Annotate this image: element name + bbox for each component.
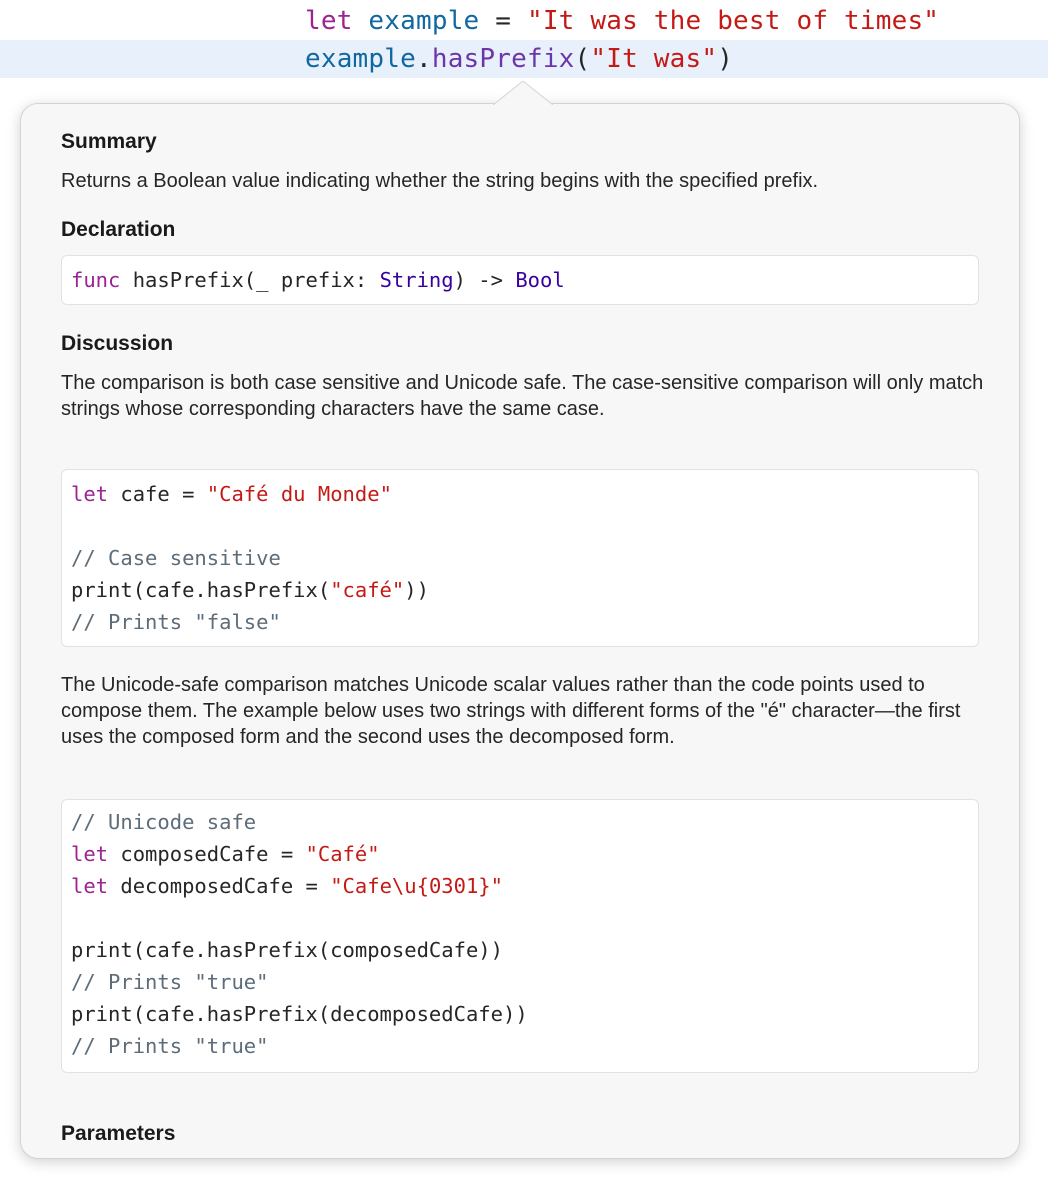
- func-keyword: func: [71, 268, 121, 292]
- discussion-heading: Discussion: [61, 332, 174, 355]
- summary-heading: Summary: [61, 130, 157, 153]
- quick-help-popover[interactable]: Summary Returns a Boolean value indicati…: [20, 81, 1020, 1159]
- discussion-text-2: The Unicode-safe comparison matches Unic…: [61, 674, 961, 748]
- code-text: decomposedCafe =: [108, 874, 331, 898]
- code-comment: // Unicode safe: [71, 810, 257, 834]
- code-example-1[interactable]: let cafe = "Café du Monde" // Case sensi…: [61, 469, 979, 647]
- open-paren: (: [574, 44, 591, 74]
- declaration-code[interactable]: func hasPrefix(_ prefix: String) -> Bool: [61, 255, 979, 305]
- code-text: composedCafe =: [108, 842, 306, 866]
- parameters-heading: Parameters: [61, 1122, 176, 1145]
- close-paren: ): [717, 44, 734, 74]
- keyword-let: let: [305, 6, 353, 36]
- argument-string: "It was": [590, 44, 718, 74]
- string-literal: "Café": [305, 842, 380, 866]
- code-comment: // Prints "true": [71, 1034, 269, 1058]
- editor-line-2-current[interactable]: example.hasPrefix("It was"): [0, 40, 1048, 78]
- string-literal: "Café du Monde": [206, 482, 392, 506]
- code-text: print(cafe.hasPrefix(: [71, 578, 331, 602]
- discussion-text-1: The comparison is both case sensitive an…: [61, 372, 984, 420]
- string-literal: "It was the best of times": [526, 6, 940, 36]
- editor-line-1[interactable]: let example = "It was the best of times": [0, 2, 1048, 40]
- source-editor[interactable]: let example = "It was the best of times"…: [0, 0, 1048, 80]
- return-type[interactable]: Bool: [515, 268, 564, 292]
- code-comment: // Prints "false": [71, 610, 281, 634]
- code-text: print(cafe.hasPrefix(decomposedCafe)): [71, 1002, 528, 1026]
- code-text: cafe =: [108, 482, 207, 506]
- string-literal: "Cafe\u{0301}": [330, 874, 503, 898]
- code-text: )): [404, 578, 429, 602]
- dot: .: [415, 44, 432, 74]
- code-comment: // Case sensitive: [71, 546, 281, 570]
- param-type[interactable]: String: [380, 268, 454, 292]
- assign-operator: =: [479, 6, 527, 36]
- declaration-signature: hasPrefix(_ prefix:: [120, 268, 380, 292]
- string-literal: "café": [330, 578, 405, 602]
- return-arrow: ) ->: [453, 268, 516, 292]
- keyword-let: let: [71, 842, 109, 866]
- summary-text: Returns a Boolean value indicating wheth…: [61, 170, 819, 192]
- declaration-heading: Declaration: [61, 218, 176, 241]
- code-text: print(cafe.hasPrefix(composedCafe)): [71, 938, 503, 962]
- code-example-2[interactable]: // Unicode safe let composedCafe = "Café…: [61, 799, 979, 1073]
- popover-arrow: [493, 81, 553, 105]
- receiver-name: example: [305, 44, 416, 74]
- method-name[interactable]: hasPrefix: [432, 44, 575, 74]
- variable-name: example: [368, 6, 480, 36]
- code-comment: // Prints "true": [71, 970, 269, 994]
- keyword-let: let: [71, 482, 109, 506]
- keyword-let: let: [71, 874, 109, 898]
